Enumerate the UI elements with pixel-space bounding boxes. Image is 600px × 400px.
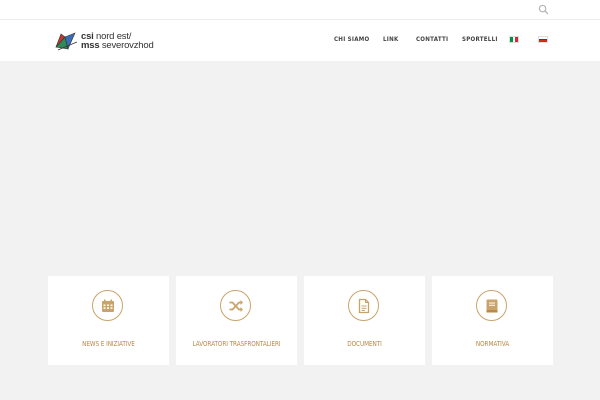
- nav-item-contatti[interactable]: CONTATTI: [416, 35, 448, 43]
- search-icon[interactable]: [538, 4, 549, 15]
- slovenian-flag-icon[interactable]: [538, 36, 548, 43]
- calendar-icon: [101, 299, 114, 312]
- feature-cards: NEWS E INIZIATIVE LAVORATORI TRASFRONTAL…: [0, 276, 600, 366]
- card-news-e-iniziative[interactable]: NEWS E INIZIATIVE: [48, 276, 169, 365]
- card-label: NEWS E INIZIATIVE: [82, 340, 135, 348]
- top-bar: [0, 0, 600, 20]
- card-label: DOCUMENTI: [347, 340, 382, 348]
- nav-item-chi-siamo[interactable]: CHI SIAMO: [334, 35, 369, 43]
- card-normativa[interactable]: NORMATIVA: [432, 276, 553, 365]
- book-icon: [486, 299, 497, 312]
- site-header: csi nord est/ mss severovzhod CHI SIAMO …: [0, 20, 600, 61]
- document-icon-circle: [348, 290, 379, 321]
- nav-item-sportelli[interactable]: SPORTELLI: [462, 35, 498, 43]
- nav-item-link[interactable]: LINK: [383, 35, 399, 43]
- logo-line-2: mss severovzhod: [81, 40, 154, 51]
- calendar-icon-circle: [92, 290, 123, 321]
- site-logo[interactable]: csi nord est/ mss severovzhod: [53, 28, 154, 54]
- card-lavoratori-trasfrontalieri[interactable]: LAVORATORI TRASFRONTALIERI: [176, 276, 297, 365]
- card-label: NORMATIVA: [475, 340, 510, 348]
- shuffle-icon-circle: [220, 290, 251, 321]
- logo-text: csi nord est/ mss severovzhod: [81, 32, 154, 51]
- card-documenti[interactable]: DOCUMENTI: [304, 276, 425, 365]
- italian-flag-icon[interactable]: [509, 36, 519, 43]
- card-label: LAVORATORI TRASFRONTALIERI: [192, 340, 281, 348]
- book-icon-circle: [476, 290, 507, 321]
- document-icon: [358, 298, 369, 313]
- logo-mark-icon: [55, 32, 78, 51]
- shuffle-icon: [229, 299, 243, 312]
